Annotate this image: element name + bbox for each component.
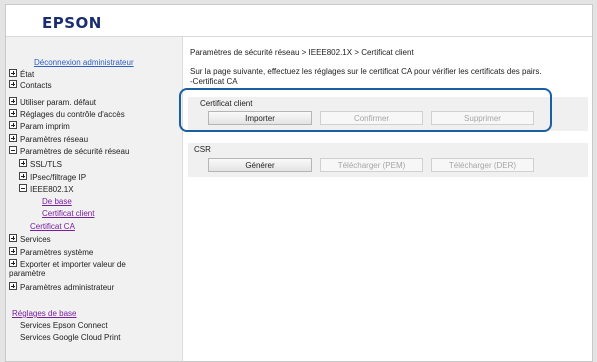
expand-icon[interactable] bbox=[9, 134, 17, 142]
sidebar-item-admin-settings[interactable]: Paramètres administrateur bbox=[9, 282, 114, 293]
browser-frame: EPSON Déconnexion administrateur État Co… bbox=[5, 4, 593, 362]
sidebar-link-client-certificate[interactable]: Certificat client bbox=[42, 209, 94, 219]
sidebar-item-label: Utiliser param. défaut bbox=[20, 98, 97, 107]
collapse-icon[interactable] bbox=[19, 184, 27, 192]
expand-icon[interactable] bbox=[9, 247, 17, 255]
expand-icon[interactable] bbox=[19, 159, 27, 167]
expand-icon[interactable] bbox=[9, 80, 17, 88]
sidebar-item-label: Paramètres administrateur bbox=[20, 283, 115, 292]
sidebar-item-label: Réglages du contrôle d'accès bbox=[20, 110, 125, 119]
sidebar-item-ssl-tls[interactable]: SSL/TLS bbox=[19, 159, 62, 170]
main-content: Paramètres de sécurité réseau > IEEE802.… bbox=[183, 37, 592, 361]
sidebar-item-ipsec[interactable]: IPsec/filtrage IP bbox=[19, 172, 86, 183]
sidebar-item-label: Paramètres système bbox=[20, 248, 94, 257]
expand-icon[interactable] bbox=[9, 121, 17, 129]
sidebar-link-ca-certificate[interactable]: Certificat CA bbox=[30, 222, 75, 232]
breadcrumb: Paramètres de sécurité réseau > IEEE802.… bbox=[190, 48, 414, 57]
highlight-callout bbox=[179, 88, 552, 132]
sidebar-item-label: SSL/TLS bbox=[30, 160, 63, 169]
sidebar-item-ieee8021x[interactable]: IEEE802.1X bbox=[19, 184, 74, 195]
expand-icon[interactable] bbox=[9, 234, 17, 242]
description-line-1: Sur la page suivante, effectuez les régl… bbox=[190, 67, 542, 76]
expand-icon[interactable] bbox=[9, 282, 17, 290]
sidebar-item-google-cloud-print[interactable]: Services Google Cloud Print bbox=[20, 333, 121, 343]
sidebar-item-network-settings[interactable]: Paramètres réseau bbox=[9, 134, 88, 145]
sidebar-item-label: Param imprim bbox=[20, 122, 70, 131]
sidebar-item-epson-connect[interactable]: Services Epson Connect bbox=[20, 321, 108, 331]
collapse-icon[interactable] bbox=[9, 146, 17, 154]
sidebar-item-services[interactable]: Services bbox=[9, 234, 51, 245]
sidebar: Déconnexion administrateur État Contacts… bbox=[6, 37, 183, 361]
download-pem-button[interactable]: Télécharger (PEM) bbox=[320, 158, 423, 172]
expand-icon[interactable] bbox=[9, 259, 17, 267]
sidebar-item-access-control[interactable]: Réglages du contrôle d'accès bbox=[9, 109, 125, 120]
sidebar-item-label: Exporter et importer valeur de bbox=[20, 260, 126, 269]
sidebar-item-label: Paramètres réseau bbox=[20, 135, 89, 144]
expand-icon[interactable] bbox=[19, 172, 27, 180]
csr-title: CSR bbox=[194, 145, 211, 154]
sidebar-item-print-settings[interactable]: Param imprim bbox=[9, 121, 70, 132]
sidebar-item-export-import-cont[interactable]: paramètre bbox=[9, 269, 45, 279]
expand-icon[interactable] bbox=[9, 97, 17, 105]
generate-button[interactable]: Générer bbox=[208, 158, 312, 172]
sidebar-item-label: État bbox=[20, 70, 35, 79]
sidebar-link-basic[interactable]: De base bbox=[42, 197, 72, 207]
sidebar-item-network-security[interactable]: Paramètres de sécurité réseau bbox=[9, 146, 129, 157]
sidebar-item-default-settings[interactable]: Utiliser param. défaut bbox=[9, 97, 96, 108]
sidebar-item-contacts[interactable]: Contacts bbox=[9, 80, 52, 91]
csr-section: CSR Générer Télécharger (PEM) Télécharge… bbox=[188, 143, 588, 177]
logout-link[interactable]: Déconnexion administrateur bbox=[34, 58, 134, 68]
sidebar-item-label: IPsec/filtrage IP bbox=[30, 173, 87, 182]
basic-settings-link[interactable]: Réglages de base bbox=[12, 309, 77, 319]
expand-icon[interactable] bbox=[9, 109, 17, 117]
sidebar-item-system-settings[interactable]: Paramètres système bbox=[9, 247, 93, 258]
description-line-2: -Certificat CA bbox=[190, 77, 238, 86]
epson-logo: EPSON bbox=[42, 14, 102, 32]
sidebar-item-label: Paramètres de sécurité réseau bbox=[20, 147, 130, 156]
expand-icon[interactable] bbox=[9, 69, 17, 77]
page-header: EPSON bbox=[6, 5, 592, 36]
sidebar-item-status[interactable]: État bbox=[9, 69, 34, 80]
download-der-button[interactable]: Télécharger (DER) bbox=[431, 158, 534, 172]
sidebar-item-label: Contacts bbox=[20, 81, 52, 90]
sidebar-item-label: IEEE802.1X bbox=[30, 185, 74, 194]
sidebar-item-label: Services bbox=[20, 235, 51, 244]
